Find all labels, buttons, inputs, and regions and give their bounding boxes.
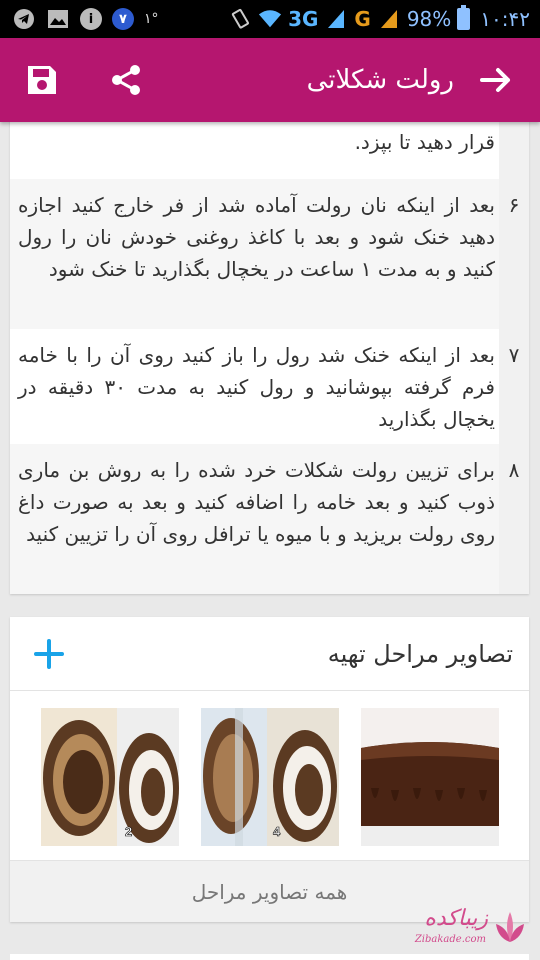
site-watermark: زیباکده Zibakade.com [384, 904, 534, 956]
share-icon [112, 65, 140, 95]
roll-cake-photo: 2 [41, 708, 179, 846]
back-button[interactable] [476, 60, 516, 100]
photos-header: تصاویر مراحل تهیه [10, 617, 529, 691]
step-number: ۷ [499, 329, 529, 444]
signal-icon [324, 7, 348, 31]
page-title: رولت شکلاتی [306, 65, 454, 95]
network-g-label: G [354, 7, 371, 31]
signal-icon-2 [377, 7, 401, 31]
photos-card: تصاویر مراحل تهیه 2 4 همه تصاویر مراحل [10, 617, 529, 922]
step-text: برای تزیین رولت شکلات خرد شده را به روش … [18, 458, 495, 546]
photos-title: تصاویر مراحل تهیه [327, 640, 513, 668]
save-button[interactable] [22, 60, 62, 100]
wifi-icon [258, 7, 282, 31]
notification-badge-icon: ۷ [112, 8, 134, 30]
clock: ۱۰:۴۲ [480, 7, 530, 31]
step-number: ۸ [499, 444, 529, 594]
status-extra-text: ۱° [144, 11, 159, 27]
thumb-number-label: 2 [125, 824, 132, 839]
step-number: ۶ [499, 179, 529, 329]
add-photo-button[interactable] [32, 637, 66, 671]
save-icon [28, 66, 56, 94]
step-text: بعد از اینکه خنک شد رول را باز کنید روی … [18, 343, 495, 431]
info-icon: i [80, 8, 102, 30]
thumb-number-label: 4 [273, 824, 281, 839]
share-button[interactable] [106, 60, 146, 100]
step-row: ۶ بعد از اینکه نان رولت آماده شد از فر خ… [10, 179, 529, 329]
battery-icon [457, 5, 471, 30]
step-text: بعد از اینکه نان رولت آماده شد از فر خار… [18, 193, 495, 281]
status-bar: i ۷ ۱° 3G G 98% ۱۰:۴۲ [0, 0, 540, 38]
watermark-text: زیباکده [424, 906, 488, 931]
step-photo-thumbnail[interactable] [361, 708, 499, 846]
watermark-url: Zibakade.com [414, 934, 486, 945]
arrow-right-icon [480, 68, 510, 92]
roll-cake-photo: 4 [201, 708, 339, 846]
plus-icon [34, 639, 64, 669]
battery-percent: 98% [406, 7, 452, 31]
chocolate-roll-photo [361, 708, 499, 846]
step-photo-thumbnail[interactable]: 2 [41, 708, 179, 846]
vibrate-icon [228, 7, 252, 31]
telegram-icon [12, 7, 36, 31]
status-right: 3G G 98% ۱۰:۴۲ [228, 0, 530, 38]
step-row: ۷ بعد از اینکه خنک شد رول را باز کنید رو… [10, 329, 529, 444]
lotus-logo-icon [496, 912, 524, 942]
steps-card: و در فر با دمای ۱۸۰ درجه سانتیگراد به مد… [10, 84, 529, 594]
step-row: ۸ برای تزیین رولت شکلات خرد شده را به رو… [10, 444, 529, 594]
network-3g-label: 3G [288, 7, 319, 31]
status-left: i ۷ ۱° [12, 0, 159, 38]
step-photo-thumbnail[interactable]: 4 [201, 708, 339, 846]
image-icon [46, 7, 70, 31]
app-bar: رولت شکلاتی [0, 38, 540, 122]
